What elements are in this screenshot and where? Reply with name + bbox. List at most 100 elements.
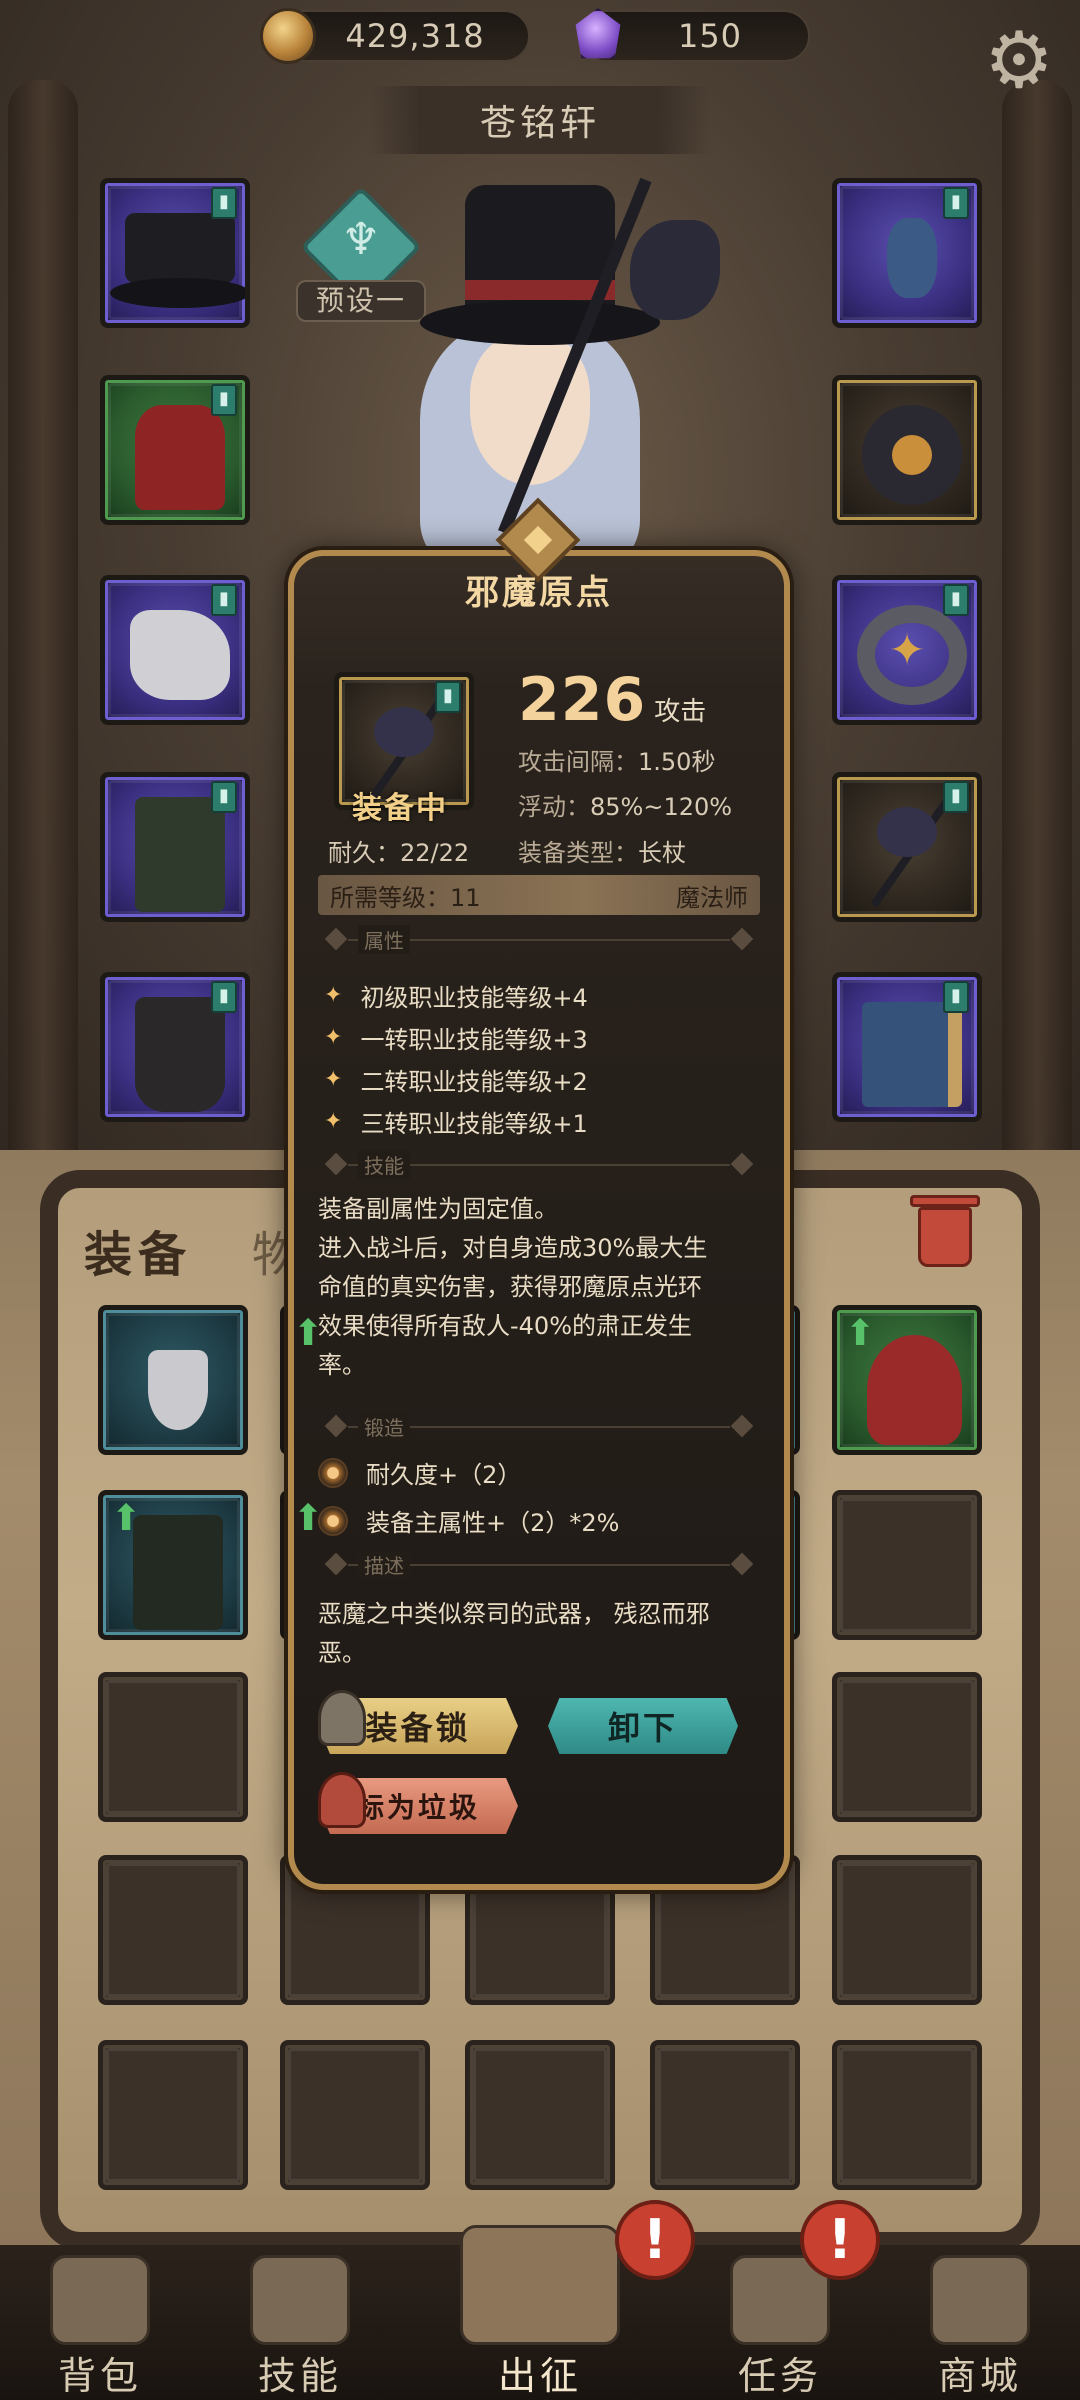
section-header-attributes: 属性 (318, 925, 760, 955)
equip-slot-weapon[interactable]: ▮ (832, 772, 982, 922)
section-header-skill: 技能 (318, 1150, 760, 1180)
section-label: 技能 (358, 1150, 410, 1179)
equip-slot-pants[interactable]: ▮ (100, 772, 250, 922)
nav-expedition[interactable]: 出征 (450, 2225, 630, 2400)
attribute-line: ✦ 初级职业技能等级+4 (324, 978, 588, 1013)
inventory-slot-empty[interactable] (98, 1855, 248, 2005)
equip-slot-boots[interactable]: ▮ (100, 972, 250, 1122)
attribute-line: ✦ 一转职业技能等级+3 (324, 1020, 588, 1055)
inventory-slot[interactable]: ⬆ (98, 1490, 248, 1640)
skill-line: 命值的真实伤害，获得邪魔原点光环 (318, 1273, 702, 1301)
skill-book-icon (250, 2255, 350, 2345)
attribute-text: 二转职业技能等级+2 (360, 1068, 588, 1096)
nav-label: 商城 (937, 2354, 1022, 2398)
section-label: 属性 (358, 925, 410, 954)
lock-tag-icon: ▮ (435, 681, 461, 713)
forge-line: 耐久度+（2） (318, 1455, 521, 1490)
lock-tag-icon: ▮ (943, 781, 969, 813)
stat-label: 浮动： (518, 793, 590, 821)
skill-line: 效果使得所有敌人-40%的肃正发生 (318, 1312, 693, 1340)
unequip-button[interactable]: 卸下 (548, 1698, 738, 1754)
character-name-bar: 苍铭轩 (370, 86, 710, 154)
attribute-line: ✦ 二转职业技能等级+2 (324, 1062, 588, 1097)
pants-icon (135, 797, 225, 912)
equipped-label: 装备中 (352, 791, 448, 826)
inventory-slot-empty[interactable] (98, 2040, 248, 2190)
quests-alert-icon: ! (800, 2200, 880, 2280)
inventory-slot[interactable] (98, 1305, 248, 1455)
forge-orb-icon (318, 1457, 348, 1488)
equip-slot-gloves[interactable]: ▮ (100, 575, 250, 725)
staff-claw-shape (374, 707, 434, 757)
upgrade-arrow-icon: ⬆ (845, 1313, 876, 1354)
inventory-slot-empty[interactable] (650, 2040, 800, 2190)
equip-slot-book[interactable]: ▮ (832, 972, 982, 1122)
equip-slot-necklace[interactable]: ▮ (832, 178, 982, 328)
required-class: 魔法师 (676, 883, 748, 912)
inventory-slot-empty[interactable] (98, 1672, 248, 1822)
divider-diamond-shape (730, 927, 754, 951)
item-name: 邪魔原点 (465, 573, 613, 613)
divider-diamond-shape (324, 1552, 348, 1576)
trash-button[interactable] (900, 1185, 990, 1275)
equip-slot-ring[interactable]: ▮ ✦ (832, 575, 982, 725)
expedition-icon (460, 2225, 620, 2345)
attack-unit: 攻击 (654, 697, 707, 727)
upgrade-arrow-icon: ⬆ (293, 1498, 324, 1539)
section-header-description: 描述 (318, 1550, 760, 1580)
equip-slot-hat[interactable]: ▮ (100, 178, 250, 328)
forge-text: 装备主属性+（2）*2% (366, 1509, 620, 1537)
required-level: 所需等级：11 (330, 883, 481, 912)
stat-value: 1.50秒 (638, 748, 716, 776)
skill-line: 装备副属性为固定值。 (318, 1195, 558, 1223)
equip-slot-offhand[interactable] (832, 375, 982, 525)
stat-value: 85%~120% (590, 793, 733, 821)
skill-description: 装备副属性为固定值。 进入战斗后，对自身造成30%最大生 命值的真实伤害，获得邪… (318, 1190, 766, 1385)
nav-shop[interactable]: 商城 (890, 2245, 1070, 2400)
star-icon: ✦ (324, 1067, 343, 1092)
description-line: 恶魔之中类似祭司的武器， 残忍而邪 (318, 1600, 710, 1628)
section-header-forge: 锻造 (318, 1412, 760, 1442)
tab-equipment[interactable]: 装备 (84, 1215, 192, 1285)
divider-diamond-shape (324, 1152, 348, 1176)
lock-tag-icon: ▮ (211, 584, 237, 616)
inventory-slot-empty[interactable] (465, 2040, 615, 2190)
stat-variance: 浮动：85%~120% (518, 787, 732, 822)
gold-counter: 429,318 (260, 8, 530, 64)
attribute-text: 一转职业技能等级+3 (360, 1026, 588, 1054)
stat-label: 装备类型： (518, 839, 638, 867)
nav-skills[interactable]: 技能 (210, 2245, 390, 2400)
lock-icon (318, 1690, 366, 1746)
settings-button[interactable]: ⚙ (978, 20, 1060, 102)
equip-slot-armor[interactable]: ▮ (100, 375, 250, 525)
nav-label: 背包 (57, 2354, 142, 2398)
inventory-slot-empty[interactable] (832, 1672, 982, 1822)
nav-label: 出征 (497, 2354, 582, 2398)
trash-icon (918, 1207, 972, 1267)
character-hat-brim (420, 300, 660, 345)
inventory-slot-empty[interactable] (832, 1855, 982, 2005)
nav-label: 任务 (737, 2354, 822, 2398)
forge-line: 装备主属性+（2）*2% (318, 1503, 619, 1538)
lock-tag-icon: ▮ (211, 981, 237, 1013)
right-vine-decoration (1002, 80, 1072, 1180)
nav-bag[interactable]: 背包 (10, 2245, 190, 2400)
upgrade-arrow-icon: ⬆ (293, 1313, 324, 1354)
spellbook-icon (862, 1002, 962, 1107)
star-icon: ✦ (324, 1025, 343, 1050)
forge-text: 耐久度+（2） (366, 1461, 522, 1489)
stat-label: 攻击间隔： (518, 748, 638, 776)
lock-tag-icon: ▮ (211, 384, 237, 416)
staff-claw-shape (877, 807, 937, 857)
lock-tag-icon: ▮ (943, 187, 969, 219)
stat-equip-type: 装备类型：长杖 (518, 833, 686, 868)
attack-stat: 226 攻击 (518, 665, 706, 735)
inventory-slot-empty[interactable] (832, 2040, 982, 2190)
orb-core-shape (892, 435, 932, 475)
inventory-slot-empty[interactable] (280, 2040, 430, 2190)
inventory-slot-empty[interactable] (832, 1490, 982, 1640)
inventory-slot[interactable]: ⬆ (832, 1305, 982, 1455)
lock-tag-icon: ▮ (211, 781, 237, 813)
attribute-line: ✦ 三转职业技能等级+1 (324, 1104, 588, 1139)
shield-amulet-icon (148, 1350, 208, 1430)
